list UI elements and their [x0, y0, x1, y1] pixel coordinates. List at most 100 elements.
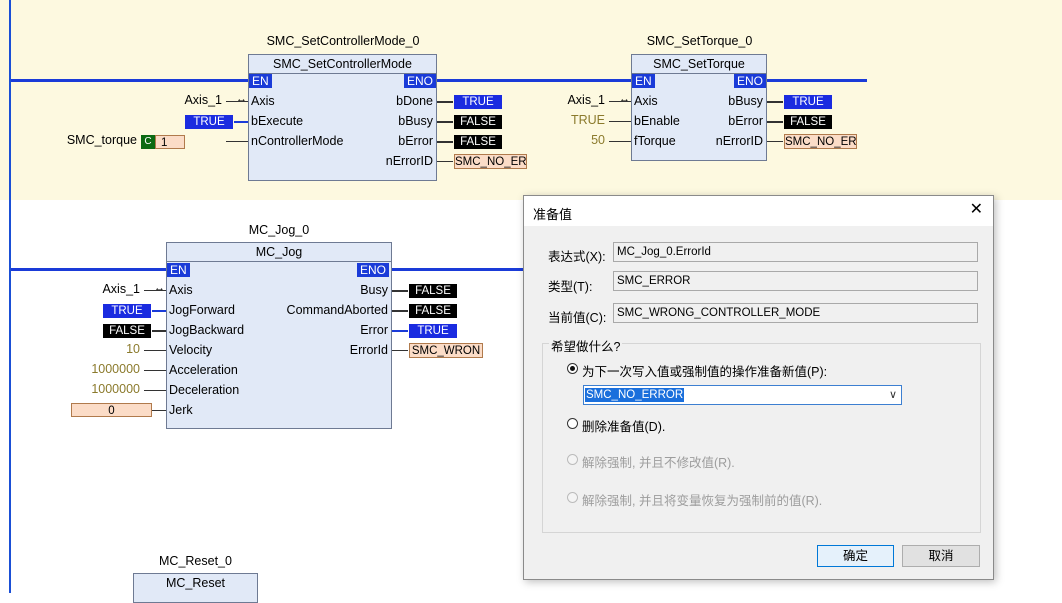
fb1-axis-variable[interactable]: Axis_1: [150, 93, 222, 107]
fb1-pin-bbusy: bBusy: [398, 114, 433, 128]
fb3-velocity-wire: [144, 350, 166, 351]
fb2-benable-value[interactable]: TRUE: [560, 113, 605, 127]
new-value-selected: SMC_NO_ERROR: [585, 388, 685, 402]
type-field[interactable]: SMC_ERROR: [613, 271, 978, 291]
fb3-type-separator: [167, 261, 391, 262]
fb2-axis-inout-icon: ↔: [619, 93, 630, 105]
fb3-jogforward-value[interactable]: TRUE: [103, 304, 151, 318]
fb1-pin-axis: Axis: [251, 94, 275, 108]
fb3-deceleration-wire: [144, 390, 166, 391]
rung-1-wire-right: [767, 79, 867, 82]
rung-1-wire-mid: [436, 79, 632, 82]
fb1-instance-name[interactable]: SMC_SetControllerMode_0: [249, 34, 437, 48]
fb2-axis-wire: [609, 101, 631, 102]
fb2-bbusy-wire: [767, 101, 783, 103]
chevron-down-icon[interactable]: ∨: [889, 388, 897, 401]
fb2-bbusy-value[interactable]: TRUE: [784, 95, 832, 109]
fb1-pin-nerrorid: nErrorID: [385, 154, 433, 168]
close-icon[interactable]: ✕: [970, 201, 983, 219]
fb2-ftorque-value[interactable]: 50: [560, 133, 605, 147]
fb3-jogforward-wire: [152, 310, 166, 312]
fb2-eno-pin: ENO: [734, 74, 767, 88]
fb3-pin-velocity: Velocity: [169, 343, 213, 357]
fb4-instance-name[interactable]: MC_Reset_0: [134, 554, 257, 568]
fb3-axis-inout-icon: ↔: [154, 282, 165, 294]
fb3-type: MC_Jog: [255, 245, 303, 259]
rung-2-wire-right: [392, 268, 523, 271]
fb2-pin-bbusy: bBusy: [728, 94, 763, 108]
fb2-pin-benable: bEnable: [634, 114, 680, 128]
fb1-bbusy-value[interactable]: FALSE: [454, 115, 502, 129]
fb3-en-pin: EN: [167, 263, 190, 277]
fb3-pin-jogforward: JogForward: [169, 303, 235, 317]
fb2-berror-wire: [767, 121, 783, 123]
fb3-axis-variable[interactable]: Axis_1: [70, 282, 140, 296]
new-value-combobox[interactable]: SMC_NO_ERROR ∨: [583, 385, 902, 405]
prepare-value-dialog[interactable]: 准备值 ✕ 表达式(X): MC_Jog_0.ErrorId 类型(T): SM…: [523, 195, 994, 580]
release-force-restore-radio[interactable]: [567, 492, 578, 503]
fb2-pin-berror: bError: [728, 114, 763, 128]
fb3-pin-commandaborted: CommandAborted: [286, 303, 388, 317]
fb3-error-value[interactable]: TRUE: [409, 324, 457, 338]
fb3-pin-jerk: Jerk: [169, 403, 193, 417]
fb3-pin-jogbackward: JogBackward: [169, 323, 245, 337]
dialog-titlebar[interactable]: 准备值 ✕: [524, 196, 993, 226]
current-value-label: 当前值(C):: [548, 311, 607, 325]
fb3-busy-value[interactable]: FALSE: [409, 284, 457, 298]
fb3-error-wire: [392, 330, 408, 332]
fb3-velocity-value[interactable]: 10: [80, 342, 140, 356]
expression-field[interactable]: MC_Jog_0.ErrorId: [613, 242, 978, 262]
fb3-jerk-value[interactable]: 0: [71, 403, 152, 417]
fb3-errorid-value[interactable]: SMC_WRON: [409, 343, 483, 358]
prepare-new-value-radio[interactable]: [567, 363, 578, 374]
fb2-pin-nerrorid: nErrorID: [715, 134, 763, 148]
fb1-torque-value[interactable]: 1: [155, 135, 185, 149]
fb2-axis-variable[interactable]: Axis_1: [540, 93, 605, 107]
left-power-rail: [9, 0, 11, 593]
fb3-acceleration-wire: [144, 370, 166, 371]
fb1-bdone-value[interactable]: TRUE: [454, 95, 502, 109]
action-group-title: 希望做什么?: [549, 336, 623, 355]
fb3-instance-name[interactable]: MC_Jog_0: [166, 223, 392, 237]
fb3-deceleration-value[interactable]: 1000000: [60, 382, 140, 396]
rung-2-wire-left: [11, 268, 167, 271]
rung-1-wire-left: [11, 79, 249, 82]
fb3-commandaborted-value[interactable]: FALSE: [409, 304, 457, 318]
release-force-radio[interactable]: [567, 454, 578, 465]
fb3-jogbackward-wire: [152, 330, 166, 332]
fb1-nerror-value[interactable]: SMC_NO_ER: [454, 154, 527, 169]
fb2-ftorque-wire: [609, 141, 631, 142]
fb1-axis-inout-icon: ↔: [236, 93, 247, 105]
fb2-berror-value[interactable]: FALSE: [784, 115, 832, 129]
fb1-berror-wire: [437, 141, 453, 143]
type-label: 类型(T):: [548, 280, 593, 294]
fb2-nerror-value[interactable]: SMC_NO_ER: [784, 134, 857, 149]
fb3-pin-deceleration: Deceleration: [169, 383, 240, 397]
fb1-bexecute-value[interactable]: TRUE: [185, 115, 233, 129]
fb1-nerror-wire: [437, 161, 453, 162]
fb1-torque-variable[interactable]: SMC_torque: [40, 133, 137, 147]
fb1-berror-value[interactable]: FALSE: [454, 135, 502, 149]
fb2-instance-name[interactable]: SMC_SetTorque_0: [632, 34, 767, 48]
expression-label: 表达式(X):: [548, 250, 606, 264]
cancel-button[interactable]: 取消: [902, 545, 980, 567]
delete-prepared-value-label[interactable]: 删除准备值(D).: [582, 416, 665, 435]
fb1-eno-pin: ENO: [404, 74, 437, 88]
fb2-benable-wire: [609, 121, 631, 122]
ok-button[interactable]: 确定: [817, 545, 894, 567]
fb1-bexecute-wire: [234, 121, 248, 123]
fb1-pin-berror: bError: [398, 134, 433, 148]
fb2-pin-axis: Axis: [634, 94, 658, 108]
fb3-acceleration-value[interactable]: 1000000: [60, 362, 140, 376]
fb3-jogbackward-value[interactable]: FALSE: [103, 324, 151, 338]
fb3-pin-busy: Busy: [360, 283, 388, 297]
current-value-field[interactable]: SMC_WRONG_CONTROLLER_MODE: [613, 303, 978, 323]
prepare-new-value-label[interactable]: 为下一次写入值或强制值的操作准备新值(P):: [582, 361, 827, 380]
delete-prepared-value-radio[interactable]: [567, 418, 578, 429]
fb1-pin-bexecute: bExecute: [251, 114, 304, 128]
release-force-label[interactable]: 解除强制, 并且不修改值(R).: [582, 452, 735, 471]
fb4-block[interactable]: MC_Reset: [133, 573, 258, 603]
release-force-restore-label[interactable]: 解除强制, 并且将变量恢复为强制前的值(R).: [582, 490, 822, 509]
fb1-mode-wire: [226, 141, 248, 142]
fb2-nerror-wire: [767, 141, 783, 142]
